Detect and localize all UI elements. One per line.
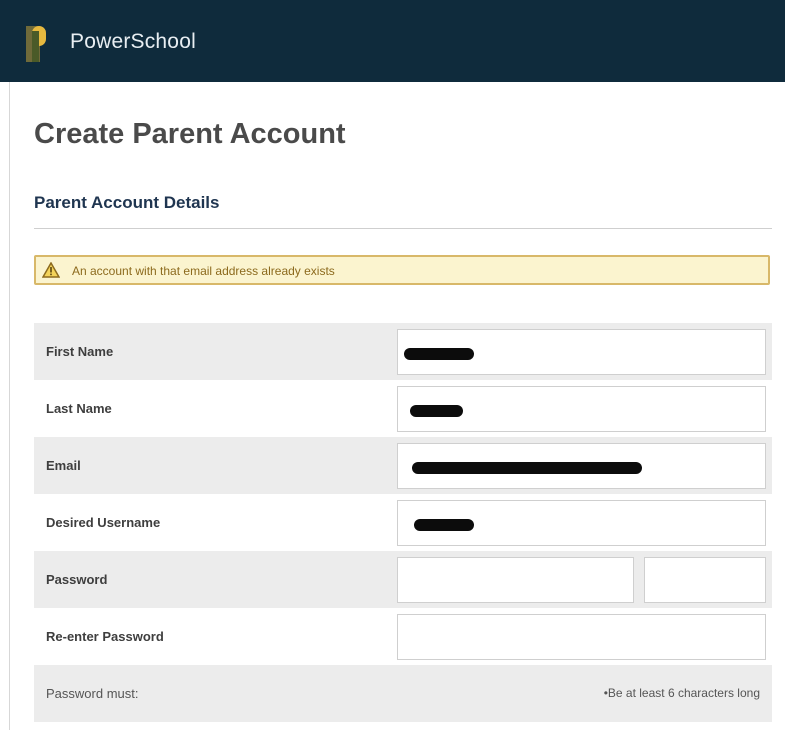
error-alert: An account with that email address alrea… bbox=[34, 255, 770, 285]
redacted-value bbox=[404, 348, 474, 360]
warning-icon bbox=[42, 262, 60, 278]
reenter-password-input[interactable] bbox=[397, 614, 766, 660]
username-input[interactable] bbox=[397, 500, 766, 546]
form-row-last-name: Last Name bbox=[34, 380, 772, 437]
redacted-value bbox=[410, 405, 463, 417]
last-name-input[interactable] bbox=[397, 386, 766, 432]
username-label: Desired Username bbox=[46, 515, 161, 530]
redacted-value bbox=[414, 519, 474, 531]
alert-message: An account with that email address alrea… bbox=[72, 264, 335, 278]
reenter-password-label: Re-enter Password bbox=[46, 629, 164, 644]
form-row-password: Password bbox=[34, 551, 772, 608]
password-label: Password bbox=[46, 572, 108, 587]
form-row-email: Email bbox=[34, 437, 772, 494]
section-divider bbox=[34, 228, 772, 229]
form-row-reenter-password: Re-enter Password bbox=[34, 608, 772, 665]
first-name-input[interactable] bbox=[397, 329, 766, 375]
redacted-value bbox=[412, 462, 642, 474]
password-rule-length: •Be at least 6 characters long bbox=[603, 686, 760, 700]
first-name-label: First Name bbox=[46, 344, 114, 359]
email-input[interactable] bbox=[397, 443, 766, 489]
last-name-label: Last Name bbox=[46, 401, 112, 416]
brand-name[interactable]: PowerSchool bbox=[70, 30, 196, 54]
section-title: Parent Account Details bbox=[34, 193, 220, 212]
email-label: Email bbox=[46, 458, 81, 473]
content-border bbox=[9, 82, 10, 730]
password-rules-label: Password must: bbox=[46, 686, 139, 701]
page-title: Create Parent Account bbox=[34, 118, 346, 150]
password-input[interactable] bbox=[397, 557, 634, 603]
powerschool-logo-icon[interactable] bbox=[26, 26, 48, 62]
form-row-username: Desired Username bbox=[34, 494, 772, 551]
form-row-first-name: First Name bbox=[34, 323, 772, 380]
top-bar: PowerSchool bbox=[0, 0, 785, 82]
form-row-password-rules: Password must: •Be at least 6 characters… bbox=[34, 665, 772, 722]
parent-account-form: First Name Last Name Email Desired Usern… bbox=[34, 323, 772, 722]
password-strength-box bbox=[644, 557, 766, 603]
